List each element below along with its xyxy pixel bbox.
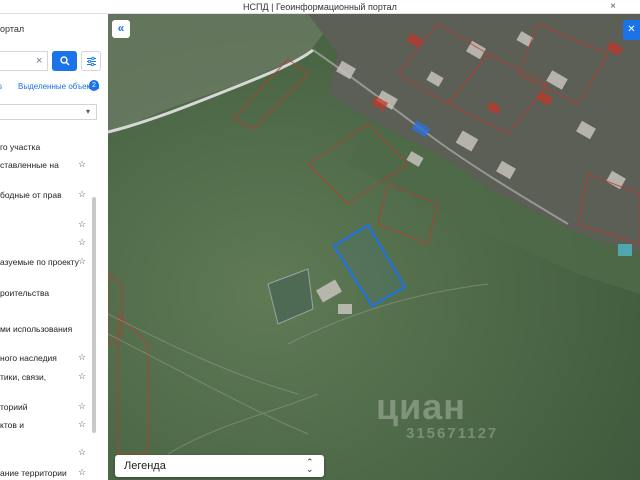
layer-item[interactable]: бодные от прав <box>0 190 90 201</box>
layer-item[interactable]: роительства <box>0 288 90 299</box>
legend-dropdown[interactable]: Легенда ⌃ ⌄ <box>115 455 324 477</box>
search-button[interactable] <box>52 51 77 71</box>
star-icon[interactable]: ☆ <box>78 159 86 170</box>
layer-item[interactable]: го участка <box>0 142 90 153</box>
layer-item[interactable]: ного наследия <box>0 353 90 364</box>
tab-layers[interactable]: s <box>0 82 2 91</box>
tab-selected-objects[interactable]: Выделенные объекты <box>18 82 100 91</box>
side-panel: ортал × s Выделенные объекты 2 ▾ го учас… <box>0 14 108 480</box>
star-icon[interactable]: ☆ <box>78 352 86 363</box>
layer-item[interactable]: ториий <box>0 402 90 413</box>
star-icon[interactable]: ☆ <box>78 467 86 478</box>
window-titlebar: НСПД | Геоинформационный портал × <box>0 0 640 14</box>
star-icon[interactable]: ☆ <box>78 419 86 430</box>
star-icon[interactable]: ☆ <box>78 219 86 230</box>
expand-icon: ⌃ ⌄ <box>306 457 314 474</box>
legend-label: Легенда <box>124 460 166 472</box>
search-icon <box>59 56 69 66</box>
filter-button[interactable] <box>81 51 101 71</box>
portal-title: ортал <box>0 24 25 34</box>
sliders-icon <box>86 56 96 67</box>
selected-count-badge: 2 <box>89 80 99 91</box>
map-view[interactable] <box>108 14 640 480</box>
star-icon[interactable]: ☆ <box>78 447 86 458</box>
collapse-panel-button[interactable]: « <box>112 20 130 38</box>
panel-links-row: s Выделенные объекты 2 <box>0 80 108 94</box>
star-icon[interactable]: ☆ <box>78 371 86 382</box>
star-icon[interactable]: ☆ <box>78 256 86 267</box>
watermark-id: 315671127 <box>406 425 499 442</box>
layer-item[interactable]: ставленные на <box>0 160 90 171</box>
watermark: циан <box>376 386 467 427</box>
layer-item[interactable]: ание территории <box>0 468 90 479</box>
clear-search-icon[interactable]: × <box>36 52 42 70</box>
window-title: НСПД | Геоинформационный портал <box>243 2 397 12</box>
layer-item[interactable]: ктов и <box>0 420 90 431</box>
layer-group-select[interactable] <box>0 104 97 120</box>
layer-item[interactable]: тики, связи, <box>0 372 90 383</box>
close-icon[interactable]: × <box>610 0 616 14</box>
star-icon[interactable]: ☆ <box>78 237 86 248</box>
chevron-down-icon: ▾ <box>86 107 91 116</box>
star-icon[interactable]: ☆ <box>78 189 86 200</box>
layer-item[interactable]: ми использования <box>0 324 90 335</box>
star-icon[interactable]: ☆ <box>78 401 86 412</box>
close-icon[interactable]: ✕ <box>623 20 640 40</box>
satellite-map[interactable] <box>108 14 640 480</box>
layer-item[interactable]: азуемые по проекту <box>0 257 90 268</box>
scrollbar[interactable] <box>92 197 96 433</box>
